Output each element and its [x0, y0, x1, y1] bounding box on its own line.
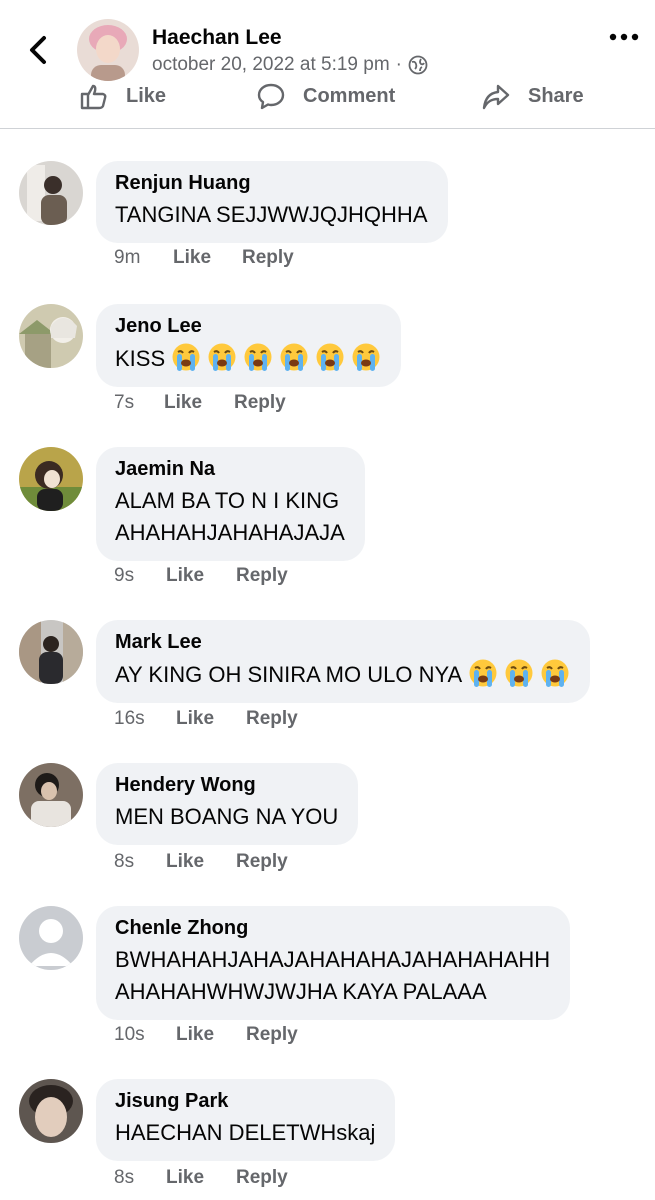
commenter-avatar[interactable] [19, 161, 83, 225]
comment-action-label: Comment [303, 84, 396, 107]
default-avatar-icon [19, 906, 83, 970]
commenter-name[interactable]: Jaemin Na [115, 457, 345, 481]
loudly-crying-face-icon [504, 658, 534, 688]
like-action-label: Like [126, 84, 167, 107]
post-header: Haechan Lee october 20, 2022 at 5:19 pm … [0, 0, 655, 129]
comment-text: BWHAHAHJAHAJAHAHAHAJAHAHAHAHH AHAHAHWHWJ… [115, 944, 550, 1008]
more-options-button[interactable] [608, 30, 640, 44]
comment-meta: 10s Like Reply [114, 1024, 298, 1046]
chevron-left-icon [30, 36, 46, 64]
comment-like-button[interactable]: Like [166, 565, 236, 587]
comment-meta: 8s Like Reply [114, 1167, 288, 1189]
comment-text: AY KING OH SINIRA MO ULO NYA [115, 658, 570, 691]
comment-time: 8s [114, 851, 135, 872]
commenter-name[interactable]: Mark Lee [115, 630, 570, 654]
loudly-crying-face-icon [171, 342, 201, 372]
more-dots-icon [609, 33, 639, 41]
comment-like-button[interactable]: Like [173, 247, 242, 269]
commenter-avatar[interactable] [19, 906, 83, 970]
comment-time: 16s [114, 708, 145, 729]
commenter-name[interactable]: Hendery Wong [115, 773, 338, 797]
commenter-avatar[interactable] [19, 763, 83, 827]
comment-text-line: ALAM BA TO N I KING [115, 488, 340, 513]
globe-icon [408, 55, 428, 75]
comment-reply-button[interactable]: Reply [242, 247, 294, 269]
commenter-avatar[interactable] [19, 1079, 83, 1143]
comment-text-content: AY KING OH SINIRA MO ULO NYA [115, 662, 463, 687]
loudly-crying-face-icon [468, 658, 498, 688]
comment-text-line: AHAHAHJAHAHAJAJA [115, 520, 345, 545]
comment-meta: 9m Like Reply [114, 247, 294, 269]
comment-reply-button[interactable]: Reply [236, 851, 288, 873]
share-action-label: Share [528, 84, 584, 107]
post-author-name[interactable]: Haechan Lee [152, 26, 282, 50]
comment-bubble[interactable]: Mark Lee AY KING OH SINIRA MO ULO NYA [96, 620, 591, 703]
loudly-crying-face-icon [207, 342, 237, 372]
loudly-crying-face-icon [540, 658, 570, 688]
share-arrow-icon [482, 84, 510, 110]
comment-like-button[interactable]: Like [164, 392, 234, 414]
loudly-crying-face-icon [315, 342, 345, 372]
comment-text: MEN BOANG NA YOU [115, 804, 339, 829]
comment-reply-button[interactable]: Reply [246, 708, 298, 730]
comment-text-content: KISS [115, 346, 166, 371]
comment-time: 7s [114, 392, 135, 413]
comment-bubble[interactable]: Hendery Wong MEN BOANG NA YOU [96, 763, 359, 845]
comment-text-line: AHAHAHWHWJWJHA KAYA PALAAA [115, 979, 487, 1004]
comment-meta: 9s Like Reply [114, 565, 288, 587]
comment-time: 9s [114, 565, 135, 586]
post-meta: october 20, 2022 at 5:19 pm · [152, 54, 428, 76]
comment-meta: 8s Like Reply [114, 851, 288, 873]
comment-reply-button[interactable]: Reply [236, 1167, 288, 1189]
post-action-row: Like Comment Share [0, 82, 655, 112]
comment-bubble-icon [257, 83, 285, 110]
comment-time: 9m [114, 247, 141, 268]
commenter-name[interactable]: Jisung Park [115, 1089, 375, 1113]
loudly-crying-face-icon [351, 342, 381, 372]
comment-text: ALAM BA TO N I KING AHAHAHJAHAHAJAJA [115, 485, 345, 549]
comment-bubble[interactable]: Jisung Park HAECHAN DELETWHskaj [96, 1079, 396, 1161]
comment-text: TANGINA SEJJWWJQJHQHHA [115, 202, 428, 227]
comment-bubble[interactable]: Chenle Zhong BWHAHAHJAHAJAHAHAHAJAHAHAHA… [96, 906, 571, 1020]
thumbs-up-icon [80, 84, 107, 110]
commenter-avatar[interactable] [19, 304, 83, 368]
loudly-crying-face-icon [243, 342, 273, 372]
comment-like-button[interactable]: Like [166, 1167, 236, 1189]
comment-meta: 7s Like Reply [114, 392, 286, 414]
comment-bubble[interactable]: Jeno Lee KISS [96, 304, 402, 387]
post-timestamp[interactable]: october 20, 2022 at 5:19 pm [152, 54, 390, 76]
like-action-button[interactable]: Like [80, 82, 166, 110]
post-author-avatar[interactable] [77, 19, 139, 81]
comment-action-button[interactable]: Comment [257, 82, 395, 110]
comment-bubble[interactable]: Jaemin Na ALAM BA TO N I KING AHAHAHJAHA… [96, 447, 365, 561]
commenter-avatar[interactable] [19, 447, 83, 511]
comment-text: HAECHAN DELETWHskaj [115, 1120, 376, 1145]
meta-separator: · [395, 54, 402, 75]
commenter-avatar[interactable] [19, 620, 83, 684]
comment-meta: 16s Like Reply [114, 708, 298, 730]
commenter-name[interactable]: Renjun Huang [115, 171, 428, 195]
commenter-name[interactable]: Jeno Lee [115, 314, 381, 338]
comment-like-button[interactable]: Like [176, 1024, 246, 1046]
comment-bubble[interactable]: Renjun Huang TANGINA SEJJWWJQJHQHHA [96, 161, 448, 243]
comment-reply-button[interactable]: Reply [236, 565, 288, 587]
comment-like-button[interactable]: Like [176, 708, 246, 730]
share-action-button[interactable]: Share [482, 82, 584, 110]
comment-time: 8s [114, 1167, 135, 1188]
comment-text-line: BWHAHAHJAHAJAHAHAHAJAHAHAHAHH [115, 947, 551, 972]
comment-like-button[interactable]: Like [166, 851, 236, 873]
comment-reply-button[interactable]: Reply [234, 392, 286, 414]
comment-text: KISS [115, 342, 381, 375]
comment-time: 10s [114, 1024, 145, 1045]
back-button[interactable] [24, 32, 54, 68]
comment-reply-button[interactable]: Reply [246, 1024, 298, 1046]
loudly-crying-face-icon [279, 342, 309, 372]
commenter-name[interactable]: Chenle Zhong [115, 916, 550, 940]
